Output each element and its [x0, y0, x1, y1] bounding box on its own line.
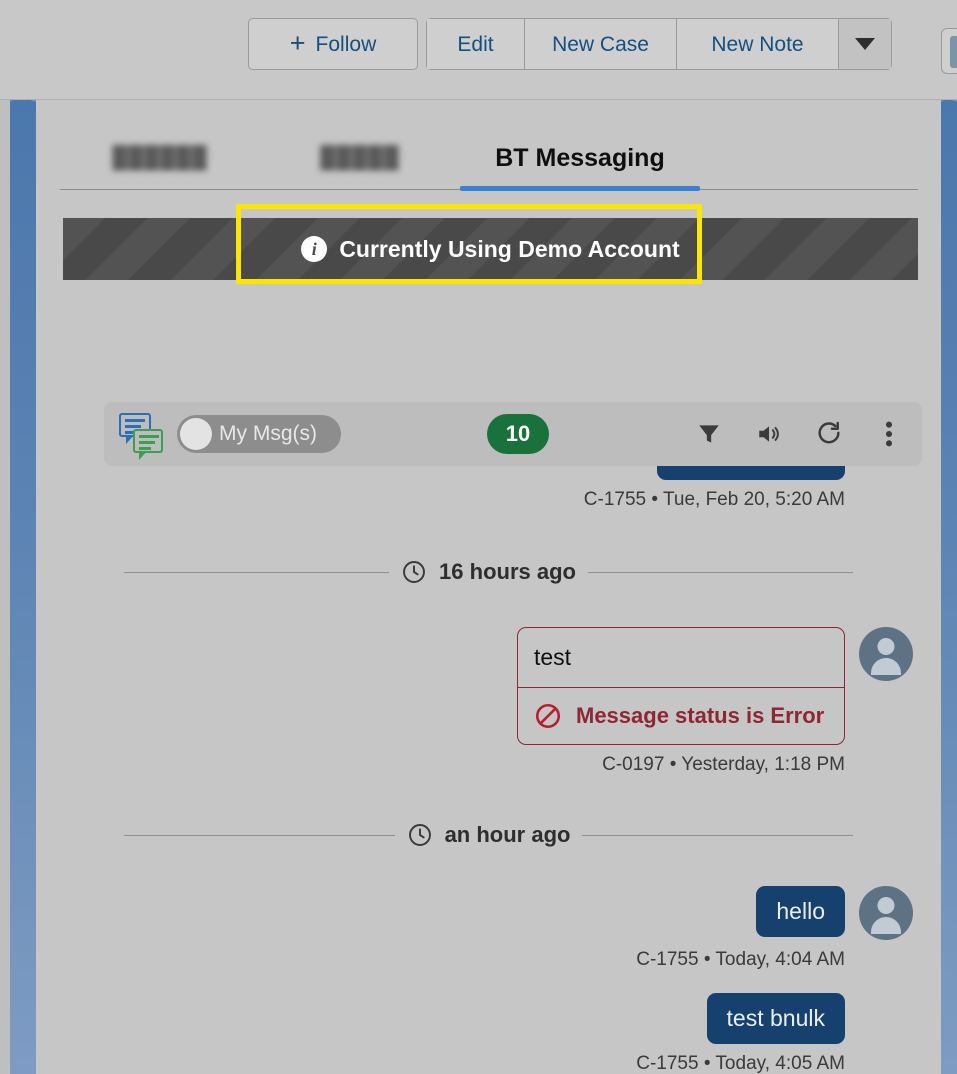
tab-redacted-1-label: ██████	[112, 146, 208, 169]
error-status-row: Message status is Error	[518, 687, 844, 744]
clock-icon	[407, 822, 433, 848]
more-actions-button[interactable]	[838, 18, 892, 70]
chat-bubbles-icon	[119, 413, 165, 460]
my-messages-toggle[interactable]: My Msg(s)	[177, 415, 341, 453]
record-card: ██████ █████ BT Messaging i Currently Us…	[36, 100, 941, 1074]
message-bubble-bnulk[interactable]: test bnulk	[706, 993, 845, 1044]
tab-redacted-2[interactable]: █████	[260, 127, 460, 189]
volume-icon[interactable]	[754, 419, 784, 449]
action-button-group: Edit New Case New Note	[426, 18, 892, 70]
message-meta-2: C-0197 • Yesterday, 1:18 PM	[602, 754, 845, 775]
demo-account-banner: i Currently Using Demo Account	[63, 218, 918, 280]
chat-bubble-green	[133, 429, 163, 460]
message-row-clipped	[36, 466, 941, 480]
message-meta-0: C-1755 • Tue, Feb 20, 5:20 AM	[583, 489, 845, 510]
error-message-text: test	[534, 644, 572, 670]
tab-redacted-1[interactable]: ██████	[60, 127, 260, 189]
message-feed[interactable]: C-1755 • Tue, Feb 20, 5:20 AM 16 hours a…	[36, 466, 941, 1074]
tab-bt-messaging-label: BT Messaging	[495, 143, 665, 172]
prohibition-icon	[534, 702, 562, 730]
filter-icon[interactable]	[694, 419, 724, 449]
avatar	[859, 886, 913, 940]
message-meta-4: C-1755 • Today, 4:04 AM	[636, 949, 845, 970]
message-row-hello: hello	[36, 886, 941, 940]
demo-banner-content: i Currently Using Demo Account	[301, 235, 680, 263]
divider-label-an-hour: an hour ago	[444, 822, 571, 847]
follow-button[interactable]: + Follow	[248, 18, 418, 70]
toggle-knob	[180, 418, 212, 450]
message-bubble-clipped[interactable]	[657, 466, 845, 480]
app-root: + Follow Edit New Case New Note ██████ █…	[0, 0, 957, 1074]
tab-bt-messaging[interactable]: BT Messaging	[460, 127, 700, 191]
refresh-icon[interactable]	[814, 419, 844, 449]
more-vertical-icon[interactable]	[874, 419, 904, 449]
messaging-toolbar: My Msg(s) 10	[104, 402, 922, 466]
follow-button-label: Follow	[315, 32, 377, 56]
message-row-error: test Message status is Error	[36, 627, 941, 745]
divider-line-right-2	[582, 834, 854, 836]
message-row-bnulk: test bnulk	[36, 993, 941, 1044]
demo-banner-label: Currently Using Demo Account	[339, 235, 680, 262]
divider-line-left	[124, 571, 390, 573]
my-messages-toggle-label: My Msg(s)	[219, 422, 317, 445]
divider-line-left-2	[124, 834, 395, 836]
chevron-down-icon	[855, 38, 875, 50]
tab-redacted-2-label: █████	[320, 146, 400, 169]
backdrop-strip-right	[941, 100, 957, 1074]
divider-label-16-hours: 16 hours ago	[439, 559, 576, 584]
plus-icon: +	[289, 27, 306, 58]
time-divider-16-hours: 16 hours ago	[36, 559, 941, 585]
divider-line-right	[587, 571, 854, 573]
edit-button[interactable]: Edit	[426, 18, 524, 70]
new-note-button[interactable]: New Note	[676, 18, 838, 70]
tab-bar: ██████ █████ BT Messaging	[60, 127, 918, 191]
toolbar-icon-group	[694, 419, 904, 449]
clock-icon	[401, 559, 427, 585]
error-status-label: Message status is Error	[576, 703, 825, 728]
backdrop-strip-left	[10, 100, 36, 1074]
top-action-bar: + Follow Edit New Case New Note	[0, 0, 957, 100]
new-case-button[interactable]: New Case	[524, 18, 676, 70]
message-bubble-hello[interactable]: hello	[756, 886, 845, 937]
time-divider-an-hour: an hour ago	[36, 822, 941, 848]
edge-panel-icon	[950, 36, 957, 68]
message-count-badge: 10	[487, 414, 549, 454]
message-meta-5: C-1755 • Today, 4:05 AM	[636, 1053, 845, 1074]
info-icon: i	[301, 236, 328, 262]
edge-panel-button[interactable]	[941, 28, 957, 74]
avatar	[859, 627, 913, 681]
error-message-bubble[interactable]: test Message status is Error	[517, 627, 845, 745]
